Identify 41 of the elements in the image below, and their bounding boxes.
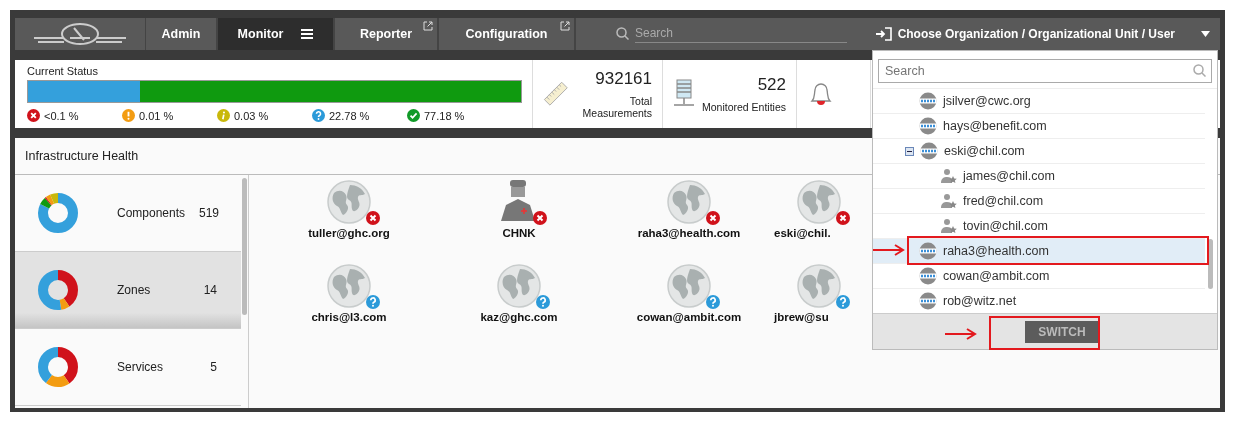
zone-tile[interactable]: raha3@health.com: [604, 179, 774, 263]
zone-name: kaz@ghc.com: [480, 311, 558, 323]
tree-item[interactable]: jsilver@cwc.org: [873, 89, 1205, 114]
nav-tab[interactable]: Configuration: [439, 18, 576, 50]
section-title: Current Status: [27, 65, 99, 77]
status-percent: 0.03 %: [234, 109, 269, 122]
status-percent: 77.18 %: [424, 109, 465, 122]
search-field[interactable]: Search: [878, 59, 1212, 83]
metric-label: Monitored Entities: [701, 101, 786, 113]
status-percent: <0.1 %: [44, 109, 79, 122]
org-chooser[interactable]: Choose Organization / Organizational Unit / User: [875, 18, 1220, 50]
zone-tile[interactable]: kaz@ghc.com: [434, 263, 604, 347]
zone-name: eski@chil.: [774, 227, 831, 239]
status-percent: 0.01 %: [139, 109, 174, 122]
sidebar-item[interactable]: Services 5: [15, 329, 241, 406]
zone-name: cowan@ambit.com: [636, 311, 742, 323]
zone-tile[interactable]: CHNK: [434, 179, 604, 263]
metric-label: Total Measurements: [581, 95, 652, 119]
zone-name: CHNK: [502, 227, 536, 239]
zone-tile[interactable]: eski@chil.: [774, 179, 871, 263]
metric-value: 932161: [594, 69, 652, 89]
zone-name: jbrew@su: [774, 311, 829, 323]
zone-name: tuller@ghc.org: [308, 227, 390, 239]
search-field[interactable]: Search: [635, 23, 847, 43]
tree-item[interactable]: james@chil.com: [873, 164, 1205, 189]
zone-name: chris@l3.com: [311, 311, 387, 323]
tree-item[interactable]: fred@chil.com: [873, 189, 1205, 214]
tree-item[interactable]: raha3@health.com: [873, 239, 1205, 264]
zone-tile[interactable]: jbrew@su: [774, 263, 871, 347]
nav-tab[interactable]: Reporter: [335, 18, 439, 50]
zone-tile[interactable]: chris@l3.com: [264, 263, 434, 347]
metric-value: 522: [756, 75, 786, 95]
zone-tile[interactable]: tuller@ghc.org: [264, 179, 434, 263]
zone-tile[interactable]: cowan@ambit.com: [604, 263, 774, 347]
zone-name: raha3@health.com: [637, 227, 741, 239]
status-percent: 22.78 %: [329, 109, 370, 122]
tree-item[interactable]: eski@chil.com: [873, 139, 1205, 164]
tree-item[interactable]: cowan@ambit.com: [873, 264, 1205, 289]
sidebar-item[interactable]: Zones 14: [15, 252, 241, 329]
nav-tab[interactable]: Monitor: [218, 18, 335, 50]
tree-item[interactable]: hays@benefit.com: [873, 114, 1205, 139]
